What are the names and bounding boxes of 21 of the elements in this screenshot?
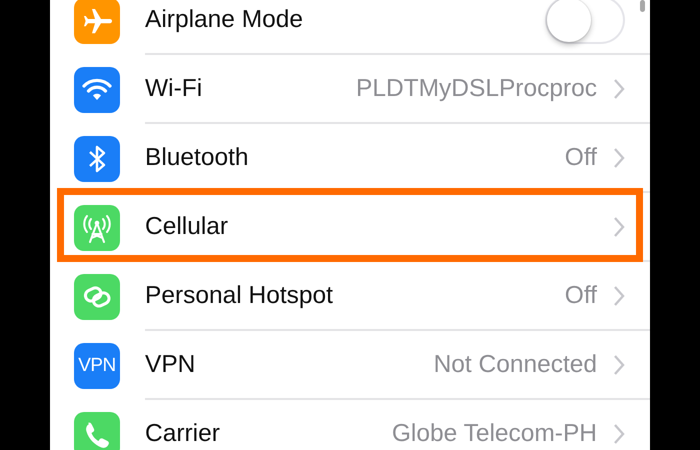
setting-label[interactable]: Cellular [145,212,613,240]
setting-value: Globe Telecom-PH [392,420,597,448]
chevron-icon[interactable] [613,354,625,376]
setting-label[interactable]: Personal Hotspot [145,282,565,310]
chevron-icon[interactable] [613,422,625,444]
setting-value: Off [564,282,597,310]
setting-value: PLDTMyDSLProcproc [356,74,597,102]
chevron-icon[interactable] [613,284,625,306]
setting-label[interactable]: VPN [145,350,434,378]
chevron-icon[interactable] [613,216,625,238]
setting-label[interactable]: Carrier [145,420,392,448]
scroll-indicator [640,0,645,12]
chevron-icon[interactable] [613,78,625,100]
setting-label[interactable]: Airplane Mode [145,6,545,34]
vpn-badge-icon: VPN [74,342,120,388]
toggle-switch[interactable] [545,0,625,44]
setting-value: Off [564,144,597,172]
setting-label[interactable]: Wi-Fi [145,74,356,102]
setting-value: Not Connected [434,350,597,378]
chevron-icon[interactable] [613,146,625,168]
setting-label[interactable]: Bluetooth [145,144,565,172]
